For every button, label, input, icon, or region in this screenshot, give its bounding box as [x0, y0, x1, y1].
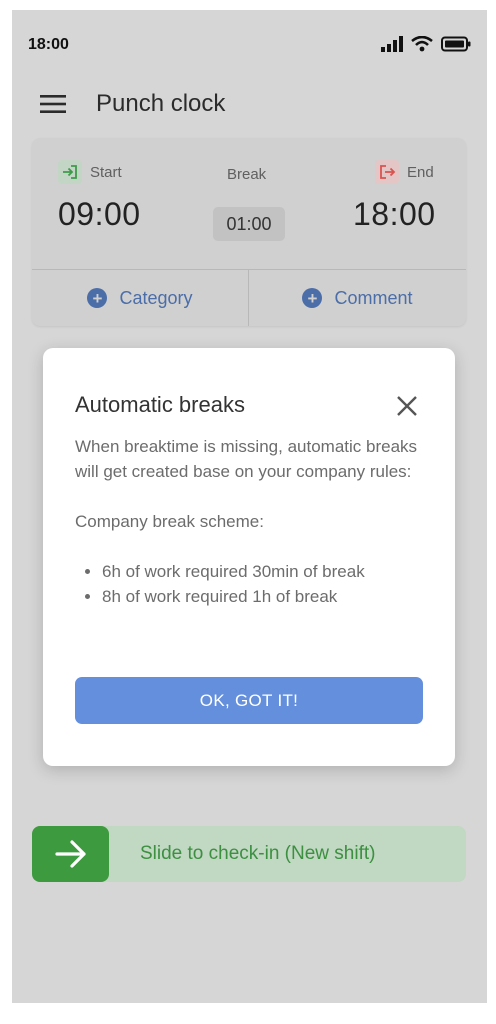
dialog-title: Automatic breaks [75, 392, 245, 417]
wifi-icon [411, 36, 433, 52]
rule-item: 8h of work required 1h of break [102, 584, 427, 609]
end-column[interactable]: End 18:00 [353, 160, 436, 233]
break-duration[interactable]: 01:00 [213, 207, 285, 241]
status-icons [381, 36, 471, 52]
scheme-heading: Company break scheme: [75, 512, 264, 531]
end-label-row: End [375, 160, 436, 184]
start-column[interactable]: Start 09:00 [58, 160, 141, 233]
add-category-icon: + [87, 288, 108, 308]
status-bar: 18:00 [12, 10, 487, 70]
automatic-breaks-dialog: Automatic breaks When breaktime is missi… [43, 348, 455, 766]
hamburger-menu-icon[interactable] [40, 94, 66, 114]
arrow-right-icon [54, 840, 86, 868]
add-comment-button[interactable]: + Comment [249, 270, 466, 326]
app-bar: Punch clock [12, 72, 487, 122]
comment-label: Comment [334, 287, 413, 308]
end-label: End [407, 163, 434, 181]
start-time: 09:00 [58, 196, 141, 232]
close-icon[interactable] [395, 394, 419, 418]
punch-card: Start 09:00 Break 01:00 End 18:00 + Cate… [32, 138, 466, 326]
slider-thumb[interactable] [32, 826, 109, 882]
end-time: 18:00 [353, 196, 436, 232]
start-label-row: Start [58, 160, 141, 184]
status-time: 18:00 [28, 36, 69, 53]
end-logout-icon [375, 160, 399, 184]
add-category-button[interactable]: + Category [32, 270, 248, 326]
app-screen: 18:00 Punch clock Start 09:00 Break 01:0… [12, 10, 487, 1003]
break-label-row: Break [227, 166, 266, 183]
page-title: Punch clock [96, 90, 226, 117]
break-label: Break [227, 166, 267, 183]
dialog-description: When breaktime is missing, automatic bre… [75, 437, 418, 481]
slider-label: Slide to check-in (New shift) [140, 843, 376, 864]
rule-item: 6h of work required 30min of break [102, 559, 427, 584]
category-label: Category [119, 287, 193, 308]
dialog-body: When breaktime is missing, automatic bre… [75, 434, 427, 609]
ok-got-it-button[interactable]: OK, GOT IT! [75, 677, 423, 724]
start-login-icon [58, 160, 82, 184]
check-in-slider[interactable]: Slide to check-in (New shift) [32, 826, 466, 882]
signal-icon [381, 36, 403, 52]
start-label: Start [90, 163, 122, 181]
battery-icon [441, 36, 471, 52]
add-comment-icon: + [302, 288, 323, 308]
break-rules-list: 6h of work required 30min of break 8h of… [75, 559, 427, 609]
